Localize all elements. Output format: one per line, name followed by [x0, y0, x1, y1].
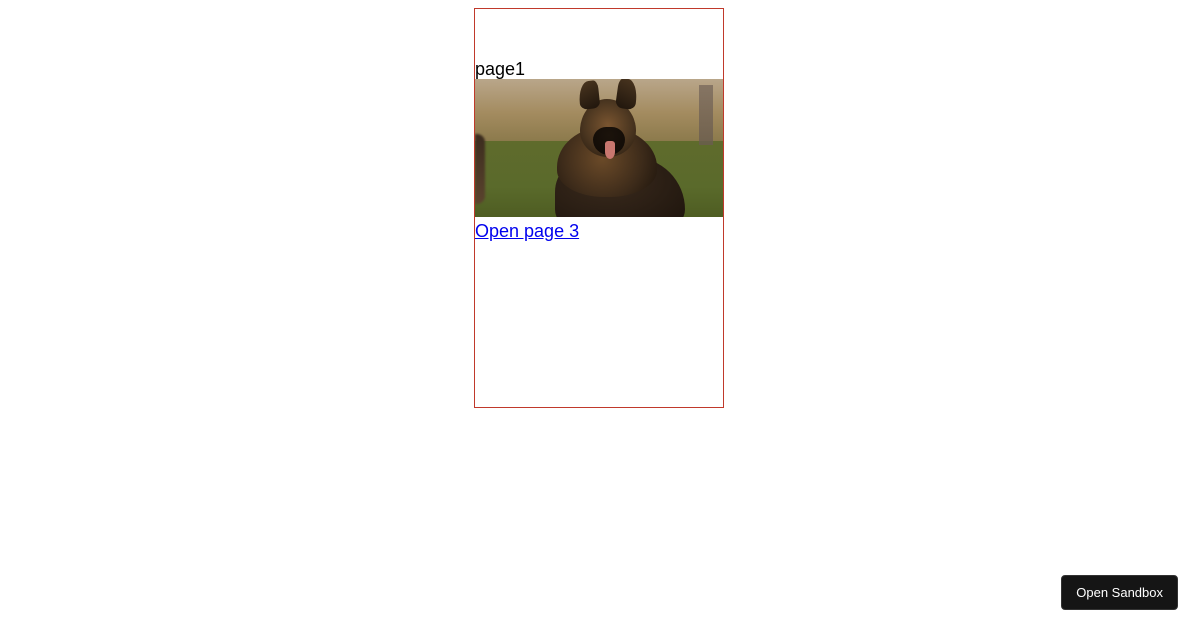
- dog-ear-right: [615, 79, 639, 110]
- dog-figure: [535, 79, 685, 217]
- open-page-3-link[interactable]: Open page 3: [475, 221, 579, 242]
- dog-image: [475, 79, 723, 217]
- page-container: page1 Open page 3: [474, 8, 724, 408]
- dog-ear-left: [578, 80, 601, 110]
- image-left-blur: [475, 134, 485, 204]
- spacer: [475, 9, 723, 59]
- open-sandbox-button[interactable]: Open Sandbox: [1061, 575, 1178, 610]
- image-fence-post: [699, 85, 713, 145]
- page-label: page1: [475, 59, 723, 79]
- dog-tongue: [605, 141, 615, 159]
